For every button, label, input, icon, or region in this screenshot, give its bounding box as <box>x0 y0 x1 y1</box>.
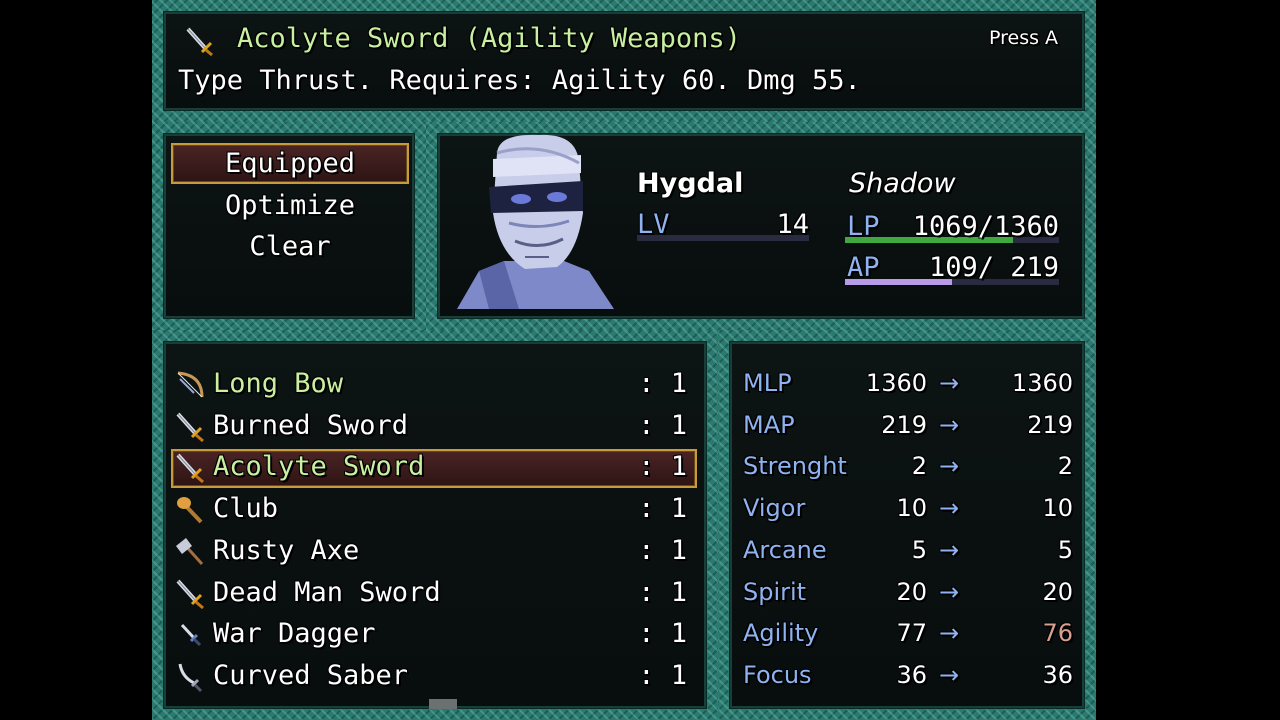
actor-portrait <box>449 133 619 309</box>
bow-icon <box>174 369 206 401</box>
level-value: 14 <box>776 209 809 240</box>
stat-current: 5 <box>911 535 927 564</box>
right-arrow-icon: → <box>939 535 960 564</box>
level-label: LV <box>637 209 670 240</box>
help-description: Type Thrust. Requires: Agility 60. Dmg 5… <box>178 65 861 96</box>
item-row[interactable]: Long Bow : 1 <box>171 366 697 406</box>
ap-label: AP <box>847 252 880 283</box>
sword-icon <box>174 578 206 610</box>
item-row[interactable]: Dead Man Sword : 1 <box>171 575 697 615</box>
stat-current: 1360 <box>865 369 927 397</box>
item-row[interactable]: Burned Sword : 1 <box>171 408 697 448</box>
stat-label: Focus <box>743 660 812 689</box>
stat-label: Arcane <box>743 535 827 564</box>
command-optimize[interactable]: Optimize <box>171 189 409 223</box>
status-window: Hygdal Shadow LV 14 LP 1069/1360 AP 109/… <box>426 122 1096 330</box>
press-a-hint[interactable]: Press A <box>989 21 1058 55</box>
right-arrow-icon: → <box>939 619 960 648</box>
saber-icon <box>174 661 206 693</box>
item-row[interactable]: Club : 1 <box>171 491 697 531</box>
stat-row: Strenght 2 → 2 <box>743 449 1073 489</box>
item-count: : 1 <box>638 451 687 483</box>
item-name: War Dagger <box>213 618 376 650</box>
stat-row: Spirit 20 → 20 <box>743 575 1073 615</box>
command-window: Equipped Optimize Clear <box>152 122 426 330</box>
item-count: : 1 <box>638 659 687 691</box>
stat-row: Vigor 10 → 10 <box>743 491 1073 531</box>
right-arrow-icon: → <box>939 452 960 481</box>
stat-row: MAP 219 → 219 <box>743 408 1073 448</box>
item-row[interactable]: War Dagger : 1 <box>171 616 697 656</box>
stat-current: 2 <box>911 452 927 481</box>
right-arrow-icon: → <box>939 577 960 606</box>
stat-label: Strenght <box>743 452 847 481</box>
stat-new: 10 <box>1042 494 1073 523</box>
item-name: Burned Sword <box>213 409 409 441</box>
stat-row: Focus 36 → 36 <box>743 658 1073 698</box>
stat-new: 1360 <box>1011 369 1073 397</box>
club-icon <box>174 494 206 526</box>
item-name: Club <box>213 493 279 525</box>
stat-label: MAP <box>743 410 795 439</box>
stat-current: 36 <box>896 660 927 689</box>
item-name: Curved Saber <box>213 659 409 691</box>
right-arrow-icon: → <box>939 410 960 439</box>
item-count: : 1 <box>638 534 687 566</box>
command-equipped[interactable]: Equipped <box>171 147 409 181</box>
item-count: : 1 <box>638 368 687 399</box>
stat-label: Agility <box>743 619 819 648</box>
stat-new: 20 <box>1042 577 1073 606</box>
stat-row: Arcane 5 → 5 <box>743 533 1073 573</box>
item-row[interactable]: Rusty Axe : 1 <box>171 533 697 573</box>
stat-new: 36 <box>1042 660 1073 689</box>
lp-label: LP <box>847 211 880 242</box>
item-list-window: Long Bow : 1 Burned Sword : 1 Acolyte Sword:… <box>152 330 718 720</box>
stat-label: Spirit <box>743 577 807 606</box>
stat-current: 10 <box>896 494 927 523</box>
stat-new: 76 <box>1042 619 1073 648</box>
sword-icon <box>174 411 206 443</box>
scroll-down-indicator[interactable] <box>429 699 457 709</box>
stat-label: Vigor <box>743 494 806 523</box>
stat-new: 2 <box>1057 452 1073 481</box>
sword-icon <box>183 25 215 57</box>
right-arrow-icon: → <box>939 494 960 523</box>
stat-current: 219 <box>881 410 927 439</box>
axe-icon <box>174 536 206 568</box>
right-arrow-icon: → <box>939 369 960 397</box>
item-count: : 1 <box>638 618 687 650</box>
stat-new: 219 <box>1027 410 1073 439</box>
stat-label: MLP <box>743 369 792 397</box>
actor-name: Hygdal <box>637 168 744 199</box>
item-row[interactable]: Acolyte Sword : 1 <box>171 449 697 489</box>
dagger-icon <box>174 619 206 651</box>
item-name: Long Bow <box>213 368 344 399</box>
bandaged-face-portrait <box>457 134 614 309</box>
item-count: : 1 <box>638 409 687 441</box>
right-arrow-icon: → <box>939 660 960 689</box>
item-count: : 1 <box>638 493 687 525</box>
equip-scene: Acolyte Sword (Agility Weapons) Press A … <box>152 0 1096 720</box>
stat-row: MLP 1360 → 1360 <box>743 366 1073 406</box>
item-name: Acolyte Sword <box>213 451 425 483</box>
stat-new: 5 <box>1057 535 1073 564</box>
item-name: Rusty Axe <box>213 534 360 566</box>
item-count: : 1 <box>638 576 687 608</box>
stat-current: 77 <box>896 619 927 648</box>
ap-value: 109/ 219 <box>928 252 1059 283</box>
stat-row: Agility 77 → 76 <box>743 616 1073 656</box>
item-row[interactable]: Curved Saber : 1 <box>171 658 697 698</box>
help-window: Acolyte Sword (Agility Weapons) Press A … <box>152 0 1096 122</box>
lp-value: 1069/1360 <box>912 211 1059 242</box>
parameter-window: MLP 1360 → 1360 MAP 219 → 219 Strenght 2 → 2 Vigor 10… <box>718 330 1096 720</box>
item-name: Dead Man Sword <box>213 576 441 608</box>
stat-current: 20 <box>896 577 927 606</box>
actor-class: Shadow <box>849 168 956 199</box>
help-item-name: Acolyte Sword (Agility Weapons) <box>237 23 741 54</box>
command-clear[interactable]: Clear <box>171 230 409 264</box>
sword-icon <box>174 452 206 484</box>
